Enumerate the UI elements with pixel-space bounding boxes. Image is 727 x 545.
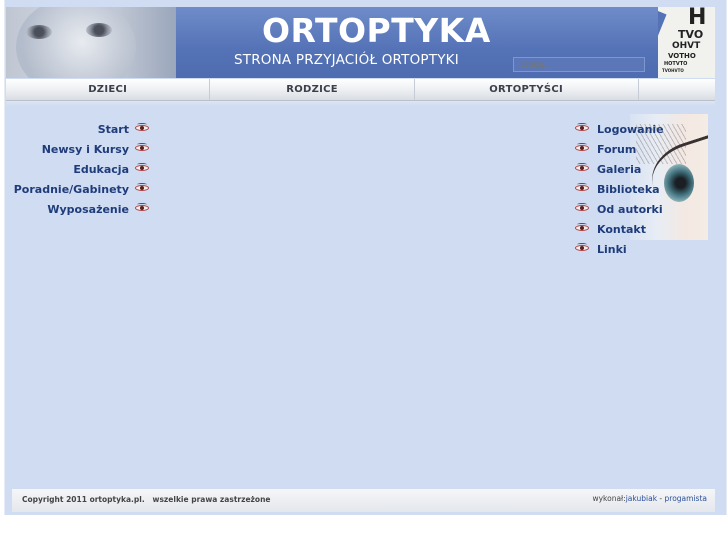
site-subtitle: STRONA PRZYJACIÓŁ ORTOPTYKI — [234, 52, 459, 68]
tab-dzieci[interactable]: DZIECI — [6, 79, 211, 100]
baby-photo — [6, 7, 176, 78]
right-menu-galeria[interactable]: Galeria — [597, 163, 641, 176]
eye-icon — [575, 243, 589, 252]
made-by-label: wykonał: — [592, 494, 626, 503]
right-menu-od-autorki[interactable]: Od autorki — [597, 203, 663, 216]
tab-rodzice[interactable]: RODZICE — [210, 79, 415, 100]
eye-icon — [575, 163, 589, 172]
eye-icon — [575, 203, 589, 212]
right-menu-logowanie[interactable]: Logowanie — [597, 123, 664, 136]
eye-icon — [135, 163, 149, 172]
site-footer: Copyright 2011 ortoptyka.pl. wszelkie pr… — [12, 489, 715, 512]
right-menu-forum[interactable]: Forum — [597, 143, 636, 156]
left-menu-wyposazenie[interactable]: Wyposażenie — [47, 203, 129, 216]
right-menu-biblioteka[interactable]: Biblioteka — [597, 183, 660, 196]
site-header: ORTOPTYKA STRONA PRZYJACIÓŁ ORTOPTYKI H … — [6, 7, 715, 78]
eye-chart-image: H TVO OHVT VOTHO HOTVTO TVOHVTO — [658, 7, 715, 78]
eye-icon — [135, 123, 149, 132]
author-link[interactable]: jakubiak — [626, 494, 657, 503]
left-menu-newsy-i-kursy[interactable]: Newsy i Kursy — [42, 143, 129, 156]
main-nav: DZIECI RODZICE ORTOPTYŚCI — [6, 79, 715, 101]
left-menu-edukacja[interactable]: Edukacja — [73, 163, 129, 176]
site-title[interactable]: ORTOPTYKA — [262, 11, 491, 50]
nav-shadow — [6, 101, 715, 106]
credits-separator: - — [657, 494, 665, 503]
eye-icon — [575, 143, 589, 152]
right-menu-linki[interactable]: Linki — [597, 243, 627, 256]
copyright-text: Copyright 2011 ortoptyka.pl. wszelkie pr… — [22, 495, 271, 504]
author-role-link[interactable]: progamista — [665, 494, 707, 503]
credits: wykonał:jakubiak - progamista — [592, 494, 707, 503]
eye-icon — [135, 143, 149, 152]
eye-icon — [135, 203, 149, 212]
eye-icon — [575, 183, 589, 192]
eye-icon — [135, 183, 149, 192]
left-menu-start[interactable]: Start — [98, 123, 129, 136]
search-input[interactable] — [513, 57, 645, 72]
eye-icon — [575, 123, 589, 132]
eye-icon — [575, 223, 589, 232]
right-menu-kontakt[interactable]: Kontakt — [597, 223, 646, 236]
left-menu-poradnie-gabinety[interactable]: Poradnie/Gabinety — [14, 183, 129, 196]
tab-ortoptysci[interactable]: ORTOPTYŚCI — [415, 79, 639, 100]
